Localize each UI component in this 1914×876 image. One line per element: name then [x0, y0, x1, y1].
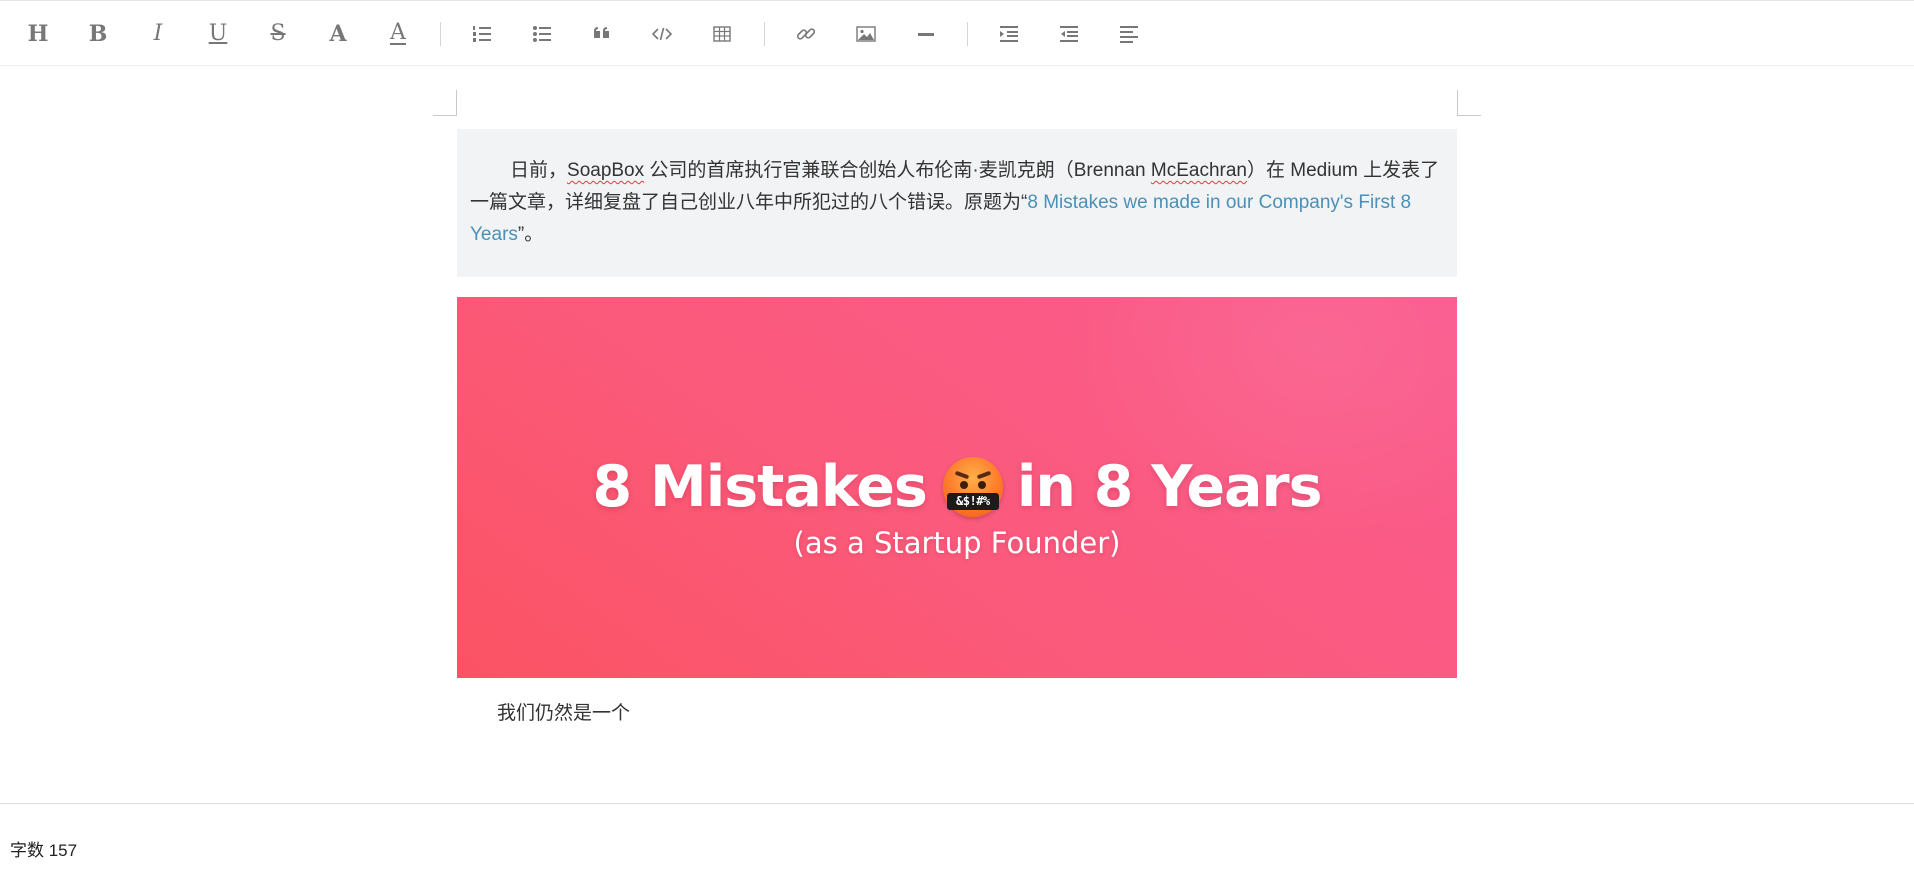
heading-button[interactable]: H: [20, 17, 56, 51]
strikethrough-button[interactable]: S: [260, 17, 296, 51]
editor-paragraph[interactable]: 我们仍然是一个: [497, 700, 630, 728]
font-size-button[interactable]: A: [320, 17, 356, 51]
status-bar: 字数 157: [0, 803, 1914, 876]
underline-icon: U: [208, 21, 228, 46]
article-banner-image: 8 Mistakes &$!#% in 8 Years (as a Startu…: [457, 297, 1457, 678]
ordered-list-button[interactable]: [464, 17, 500, 51]
quote-icon: [594, 27, 609, 38]
word-count: 字数 157: [10, 841, 78, 860]
outdent-icon: [1060, 26, 1078, 42]
align-left-icon: [1120, 26, 1138, 43]
banner-title: 8 Mistakes &$!#% in 8 Years: [457, 447, 1457, 527]
italic-icon: I: [153, 21, 163, 46]
banner-title-left: 8 Mistakes: [592, 454, 927, 520]
bullet-list-icon: [533, 26, 551, 42]
font-color-button[interactable]: A: [380, 17, 416, 51]
bold-button[interactable]: B: [80, 17, 116, 51]
image-button[interactable]: [848, 17, 884, 51]
strikethrough-icon: S: [270, 21, 286, 46]
quote-text: 日前，: [510, 160, 568, 181]
link-button[interactable]: [788, 17, 824, 51]
font-color-icon: A: [390, 20, 406, 45]
emoji-censored-text: &$!#%: [946, 493, 999, 510]
image-icon: [856, 26, 876, 42]
italic-button[interactable]: I: [140, 17, 176, 51]
page-corner-mark: [433, 90, 457, 116]
bold-icon: B: [88, 21, 108, 47]
table-button[interactable]: [704, 17, 740, 51]
table-icon: [713, 26, 731, 42]
blockquote[interactable]: 日前，SoapBox 公司的首席执行官兼联合创始人布伦南·麦凯克朗（Brenna…: [457, 129, 1457, 277]
heading-icon: H: [27, 21, 49, 47]
align-left-button[interactable]: [1111, 17, 1147, 51]
misspelled-word: SoapBox: [567, 160, 645, 181]
banner-subtitle: (as a Startup Founder): [793, 526, 1121, 560]
toolbar-divider: [440, 22, 441, 46]
horizontal-rule-icon: [918, 33, 934, 36]
ordered-list-icon: [473, 26, 491, 42]
code-button[interactable]: [644, 17, 680, 51]
banner-title-right: in 8 Years: [1016, 454, 1323, 520]
page-corner-mark: [1457, 90, 1481, 116]
link-icon: [796, 28, 816, 40]
blockquote-button[interactable]: [584, 17, 620, 51]
toolbar-divider: [967, 22, 968, 46]
indent-button[interactable]: [991, 17, 1027, 51]
indent-icon: [1000, 26, 1018, 42]
toolbar-divider: [764, 22, 765, 46]
quote-text: 公司的首席执行官兼联合创始人布伦南·麦凯克朗（Brennan: [644, 160, 1151, 181]
outdent-button[interactable]: [1051, 17, 1087, 51]
editor-toolbar: H B I U S A A: [0, 0, 1914, 66]
underline-button[interactable]: U: [200, 17, 236, 51]
font-icon: A: [329, 21, 347, 47]
quote-text: ”。: [517, 224, 544, 245]
misspelled-word: McEachran: [1150, 160, 1247, 181]
horizontal-rule-button[interactable]: [908, 17, 944, 51]
code-icon: [651, 27, 673, 41]
angry-face-emoji-icon: &$!#%: [942, 457, 1003, 517]
bullet-list-button[interactable]: [524, 17, 560, 51]
